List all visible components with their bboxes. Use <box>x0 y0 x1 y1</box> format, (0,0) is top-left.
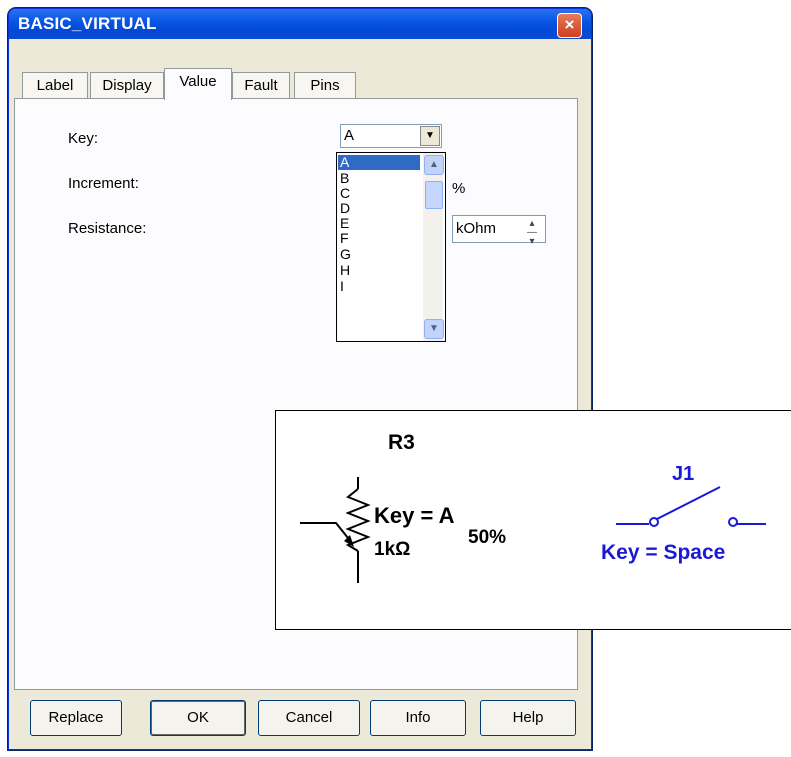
tab-display-text: Display <box>102 77 152 94</box>
switch-key-text: Key = Space <box>601 541 726 564</box>
list-scrollbar[interactable]: ▲ ▼ <box>423 153 444 341</box>
tab-value-text: Value <box>179 73 217 90</box>
window-title: BASIC_VIRTUAL <box>18 14 157 33</box>
list-item[interactable]: C <box>338 186 420 201</box>
potentiometer-icon <box>300 477 371 583</box>
increment-label: Increment: <box>68 175 139 192</box>
title-bar[interactable]: BASIC_VIRTUAL × <box>9 9 591 39</box>
list-item[interactable]: D <box>338 201 420 216</box>
info-button[interactable]: Info <box>370 700 466 736</box>
schematic-preview: R3 Key = A 50% 1kΩ J1 Key = Space <box>275 410 791 630</box>
close-icon[interactable]: × <box>557 13 582 38</box>
tab-pins[interactable]: Pins <box>294 72 356 99</box>
key-combobox-value: A <box>344 127 355 144</box>
replace-button[interactable]: Replace <box>30 700 122 736</box>
list-item[interactable]: F <box>338 231 420 246</box>
switch-icon <box>616 486 766 527</box>
list-item[interactable]: I <box>338 279 420 294</box>
ok-button[interactable]: OK <box>150 700 246 736</box>
spinner-arrows-icon[interactable]: ▴ — ▾ <box>523 219 541 247</box>
scroll-up-icon[interactable]: ▲ <box>424 155 444 175</box>
chevron-down-icon[interactable]: ▼ <box>420 126 440 146</box>
increment-unit: % <box>452 180 466 197</box>
scroll-down-icon[interactable]: ▼ <box>424 319 444 339</box>
tab-fault[interactable]: Fault <box>232 72 290 99</box>
resistance-label: Resistance: <box>68 220 147 237</box>
list-item[interactable]: B <box>338 171 420 186</box>
list-item[interactable]: A <box>338 155 420 170</box>
tab-display[interactable]: Display <box>90 72 164 99</box>
tab-pins-text: Pins <box>310 77 340 94</box>
key-label: Key: <box>68 130 99 147</box>
tab-fault-text: Fault <box>244 77 278 94</box>
resistor-key-text: Key = A <box>374 503 455 528</box>
help-button[interactable]: Help <box>480 700 576 736</box>
resistance-unit: kOhm <box>456 220 497 237</box>
key-combobox[interactable]: A ▼ <box>340 124 442 148</box>
resistor-percent: 50% <box>468 527 507 548</box>
cancel-button[interactable]: Cancel <box>258 700 360 736</box>
key-dropdown-list[interactable]: A B C D E F G H I ▲ ▼ <box>336 152 446 342</box>
resistor-value: 1kΩ <box>374 539 411 560</box>
list-item[interactable]: G <box>338 247 420 262</box>
list-item[interactable]: H <box>338 263 420 278</box>
resistor-ref: R3 <box>388 431 415 454</box>
resistance-unit-spinner[interactable]: kOhm ▴ — ▾ <box>452 215 546 247</box>
tab-value[interactable]: Value <box>164 68 232 100</box>
list-item[interactable]: E <box>338 216 420 231</box>
scroll-thumb[interactable] <box>425 181 443 209</box>
tab-label-text: Label <box>36 77 74 94</box>
tab-label[interactable]: Label <box>22 72 88 99</box>
